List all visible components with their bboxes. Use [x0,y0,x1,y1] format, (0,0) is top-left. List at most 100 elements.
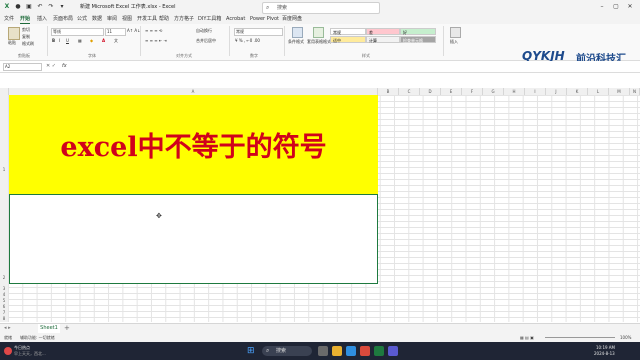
accessibility-status[interactable]: 辅助功能: 一切就绪 [20,333,55,342]
cell-style-neutral[interactable]: 适中 [330,36,366,43]
news-title[interactable]: 今日热点 [14,345,30,350]
sheet-nav-icon[interactable]: ◂ ▸ [4,325,11,331]
currency-icon[interactable]: ¥ % , ←0 .00 [235,38,260,43]
save-icon[interactable]: ▣ [25,3,33,11]
column-header[interactable]: N [630,88,640,95]
underline-icon[interactable]: U [66,38,69,43]
tab-fangfang[interactable]: 方方格子 [174,15,194,23]
increase-font-icon[interactable]: A↑ A↓ [127,28,140,33]
merge-center-button[interactable]: 合并后居中 [196,38,216,43]
tab-file[interactable]: 文件 [4,15,14,23]
minimize-icon[interactable]: – [598,3,606,11]
column-header[interactable]: F [462,88,483,95]
file-explorer-icon[interactable] [332,346,342,356]
tab-data[interactable]: 数据 [92,15,102,23]
row-header[interactable]: 7 [0,310,8,315]
table-format-button[interactable]: 套用表格格式 [307,39,331,44]
zoom-slider[interactable] [545,337,615,338]
row-header[interactable]: 1 [0,167,8,172]
cell-style-normal[interactable]: 常规 [330,28,366,35]
tab-insert[interactable]: 插入 [37,15,47,23]
font-size-select[interactable]: 11 [105,28,126,36]
row-header[interactable]: 6 [0,304,8,309]
border-icon[interactable]: ▦ [78,38,82,43]
tab-acrobat[interactable]: Acrobat [226,15,245,23]
maximize-icon[interactable]: ▢ [612,3,620,11]
cell-a1[interactable]: excel中不等于的符号 [9,95,378,194]
cell-a2-selected[interactable]: ✥ [9,194,378,284]
customize-icon[interactable]: ▾ [58,3,66,11]
column-header[interactable]: L [588,88,609,95]
align-left-icon[interactable]: ≡ ≡ ≡ ⇤ ⇥ [145,38,167,43]
row-header[interactable]: 5 [0,298,8,303]
search-box[interactable]: ⌕ 搜索 [262,2,380,14]
column-header[interactable]: M [609,88,630,95]
bold-icon[interactable]: B [52,38,55,43]
phonetic-icon[interactable]: 文 [114,38,118,43]
column-header[interactable]: C [399,88,420,95]
tab-review[interactable]: 审阅 [107,15,117,23]
redo-icon[interactable]: ↷ [47,3,55,11]
conditional-format-icon[interactable] [292,27,303,38]
column-header[interactable]: I [525,88,546,95]
tab-help[interactable]: 帮助 [159,15,169,23]
paste-icon[interactable] [8,27,20,40]
windows-start-icon[interactable]: ⊞ [247,346,257,356]
tab-diy-toolbox[interactable]: DIY工具箱 [198,15,221,23]
cell-style-calculation[interactable]: 计算 [366,36,400,43]
excel-taskbar-icon[interactable] [374,346,384,356]
insert-cells-button[interactable]: 插入 [450,39,458,44]
zoom-level[interactable]: 100% [620,333,631,342]
column-header[interactable]: B [378,88,399,95]
formula-cancel-icon[interactable]: ✕ ✓ [46,63,56,69]
tab-home[interactable]: 开始 [20,15,31,24]
table-format-icon[interactable] [313,27,324,38]
name-box[interactable]: A2 [3,63,42,71]
column-header[interactable]: K [567,88,588,95]
undo-icon[interactable]: ↶ [36,3,44,11]
autosave-icon[interactable]: ● [14,3,22,11]
formula-input[interactable] [72,62,636,70]
insert-cells-icon[interactable] [450,27,461,38]
tab-formulas[interactable]: 公式 [77,15,87,23]
clock-date[interactable]: 2024-8-13 [594,351,615,356]
column-header[interactable]: J [546,88,567,95]
cut-button[interactable]: 剪切 [22,27,30,32]
fx-icon[interactable]: fx [62,63,67,69]
column-header[interactable]: G [483,88,504,95]
tab-developer[interactable]: 开发工具 [137,15,157,23]
align-top-icon[interactable]: ≡ ≡ ≡ ⟲ [145,28,162,33]
tab-baidu-pan[interactable]: 百度网盘 [282,15,302,23]
task-view-icon[interactable] [318,346,328,356]
view-buttons-icon[interactable]: ▦ ▤ ▣ [520,333,534,342]
cell-style-bad[interactable]: 差 [366,28,400,35]
fill-color-icon[interactable]: ◆ [90,38,93,43]
add-sheet-button[interactable]: + [64,324,70,333]
italic-icon[interactable]: I [59,38,60,43]
column-header[interactable]: D [420,88,441,95]
edge-icon[interactable] [346,346,356,356]
close-icon[interactable]: ✕ [626,3,634,11]
clock-time[interactable]: 10:19 AM [596,345,615,350]
copy-button[interactable]: 复制 [22,34,30,39]
paste-button[interactable]: 粘贴 [8,40,16,45]
tab-page-layout[interactable]: 页面布局 [53,15,73,23]
select-all-corner[interactable] [0,88,9,95]
column-header[interactable]: E [441,88,462,95]
row-header[interactable]: 4 [0,292,8,297]
column-header[interactable]: A [9,88,378,95]
font-name-select[interactable]: 等线 [51,28,104,36]
wrap-text-button[interactable]: 自动换行 [196,28,212,33]
taskbar-search[interactable]: ⌕ 搜索 [262,346,312,356]
cell-style-check[interactable]: 检查单元格 [400,36,436,43]
app-icon[interactable] [388,346,398,356]
app-icon[interactable] [360,346,370,356]
conditional-format-button[interactable]: 条件格式 [288,39,304,44]
tab-power-pivot[interactable]: Power Pivot [250,15,279,23]
cell-style-good[interactable]: 好 [400,28,436,35]
column-header[interactable]: H [504,88,525,95]
row-header[interactable]: 8 [0,316,8,321]
format-painter-button[interactable]: 格式刷 [22,41,34,46]
number-format-select[interactable]: 常规 [234,28,283,36]
news-icon[interactable] [4,347,12,355]
